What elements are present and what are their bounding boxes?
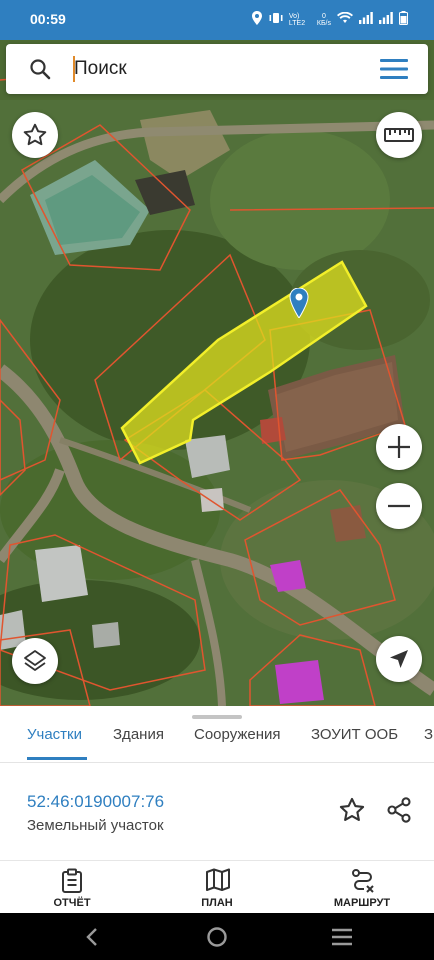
info-panel: Участки Здания Сооружения ЗОУИТ ООБ З 52… <box>0 706 434 860</box>
wifi-icon <box>337 11 353 27</box>
search-input[interactable] <box>74 54 374 84</box>
home-icon[interactable] <box>206 926 228 948</box>
zoom-out-button[interactable] <box>376 483 422 529</box>
minus-icon <box>388 504 410 508</box>
tab-structures[interactable]: Сооружения <box>194 726 281 743</box>
plan-label: ПЛАН <box>201 897 233 909</box>
parcel-type-label: Земельный участок <box>27 817 164 834</box>
parcel-pin-icon[interactable] <box>289 288 309 318</box>
ruler-button[interactable] <box>376 112 422 158</box>
status-icons: Vo) LTE2 0 КБ/s <box>251 11 408 28</box>
system-navigation-bar <box>0 913 434 960</box>
navigation-arrow-icon <box>390 650 408 668</box>
speed-value: 0 <box>321 12 326 20</box>
report-label: ОТЧЁТ <box>53 897 91 909</box>
add-favorite-star-icon[interactable] <box>338 796 366 824</box>
speed-indicator: 0 КБ/s <box>317 13 331 27</box>
plan-button[interactable]: ПЛАН <box>162 861 272 914</box>
layers-icon <box>24 650 46 671</box>
tab-zouit-oob[interactable]: ЗОУИТ ООБ <box>311 726 398 743</box>
plus-icon <box>388 436 410 458</box>
satellite-map <box>0 40 434 706</box>
route-label: МАРШРУТ <box>333 897 391 909</box>
map-icon <box>206 868 230 891</box>
ruler-icon <box>384 128 414 142</box>
panel-drag-handle[interactable] <box>192 715 242 719</box>
my-location-button[interactable] <box>376 636 422 682</box>
map-view[interactable] <box>0 40 434 706</box>
location-icon <box>251 11 263 28</box>
search-icon[interactable] <box>28 57 52 81</box>
battery-icon <box>399 11 408 28</box>
active-tab-indicator <box>27 757 87 760</box>
bottom-action-bar: ОТЧЁТ ПЛАН МАРШРУТ <box>0 860 434 913</box>
back-icon[interactable] <box>84 927 100 947</box>
status-time: 00:59 <box>30 11 66 27</box>
route-button[interactable]: МАРШРУТ <box>307 861 417 914</box>
network-type-label: Vo) LTE2 <box>288 12 306 27</box>
star-icon <box>23 123 47 146</box>
signal-icon-2 <box>379 12 393 27</box>
zoom-in-button[interactable] <box>376 424 422 470</box>
status-bar: 00:59 Vo) LTE2 0 КБ/s <box>0 0 434 40</box>
report-button[interactable]: ОТЧЁТ <box>17 861 127 914</box>
vibrate-icon <box>269 12 283 27</box>
clipboard-icon <box>62 868 82 893</box>
layers-button[interactable] <box>12 638 58 684</box>
route-icon <box>352 869 374 893</box>
tabs-divider <box>0 762 434 763</box>
recent-apps-icon[interactable] <box>331 928 353 946</box>
parcel-cadastral-number[interactable]: 52:46:0190007:76 <box>27 792 164 812</box>
tab-parcels[interactable]: Участки <box>27 726 82 743</box>
search-bar <box>6 44 428 94</box>
signal-icon-1 <box>359 12 373 27</box>
tab-more[interactable]: З <box>424 726 433 743</box>
share-icon[interactable] <box>385 796 413 824</box>
menu-icon[interactable] <box>380 58 408 80</box>
speed-unit: КБ/s <box>316 19 331 27</box>
category-tabs: Участки Здания Сооружения ЗОУИТ ООБ З <box>0 720 434 762</box>
favorites-button[interactable] <box>12 112 58 158</box>
tab-buildings[interactable]: Здания <box>113 726 164 743</box>
